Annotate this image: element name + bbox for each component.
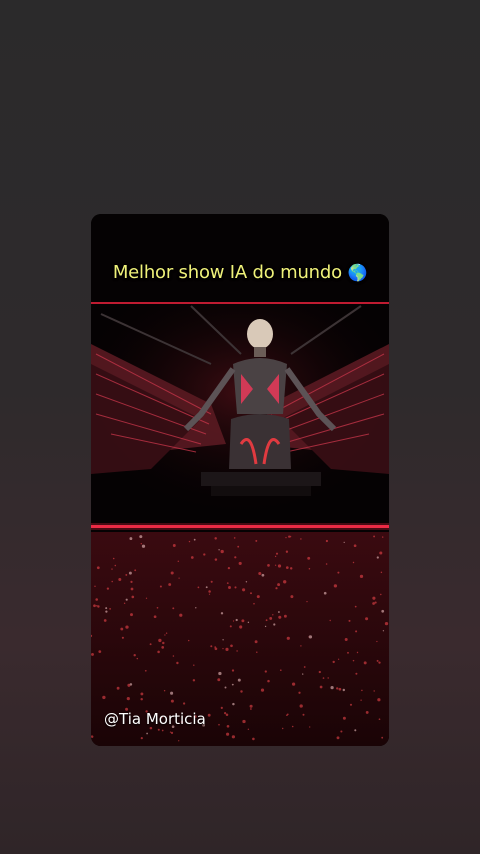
concert-photo — [91, 214, 389, 746]
story-caption: Melhor show IA do mundo 🌎 — [91, 262, 389, 283]
author-handle[interactable]: @Tia Morticia — [104, 710, 206, 728]
globe-icon: 🌎 — [347, 263, 368, 282]
caption-text: Melhor show IA do mundo — [112, 262, 342, 283]
story-media-card[interactable]: Melhor show IA do mundo 🌎 @Tia Morticia — [91, 214, 389, 746]
